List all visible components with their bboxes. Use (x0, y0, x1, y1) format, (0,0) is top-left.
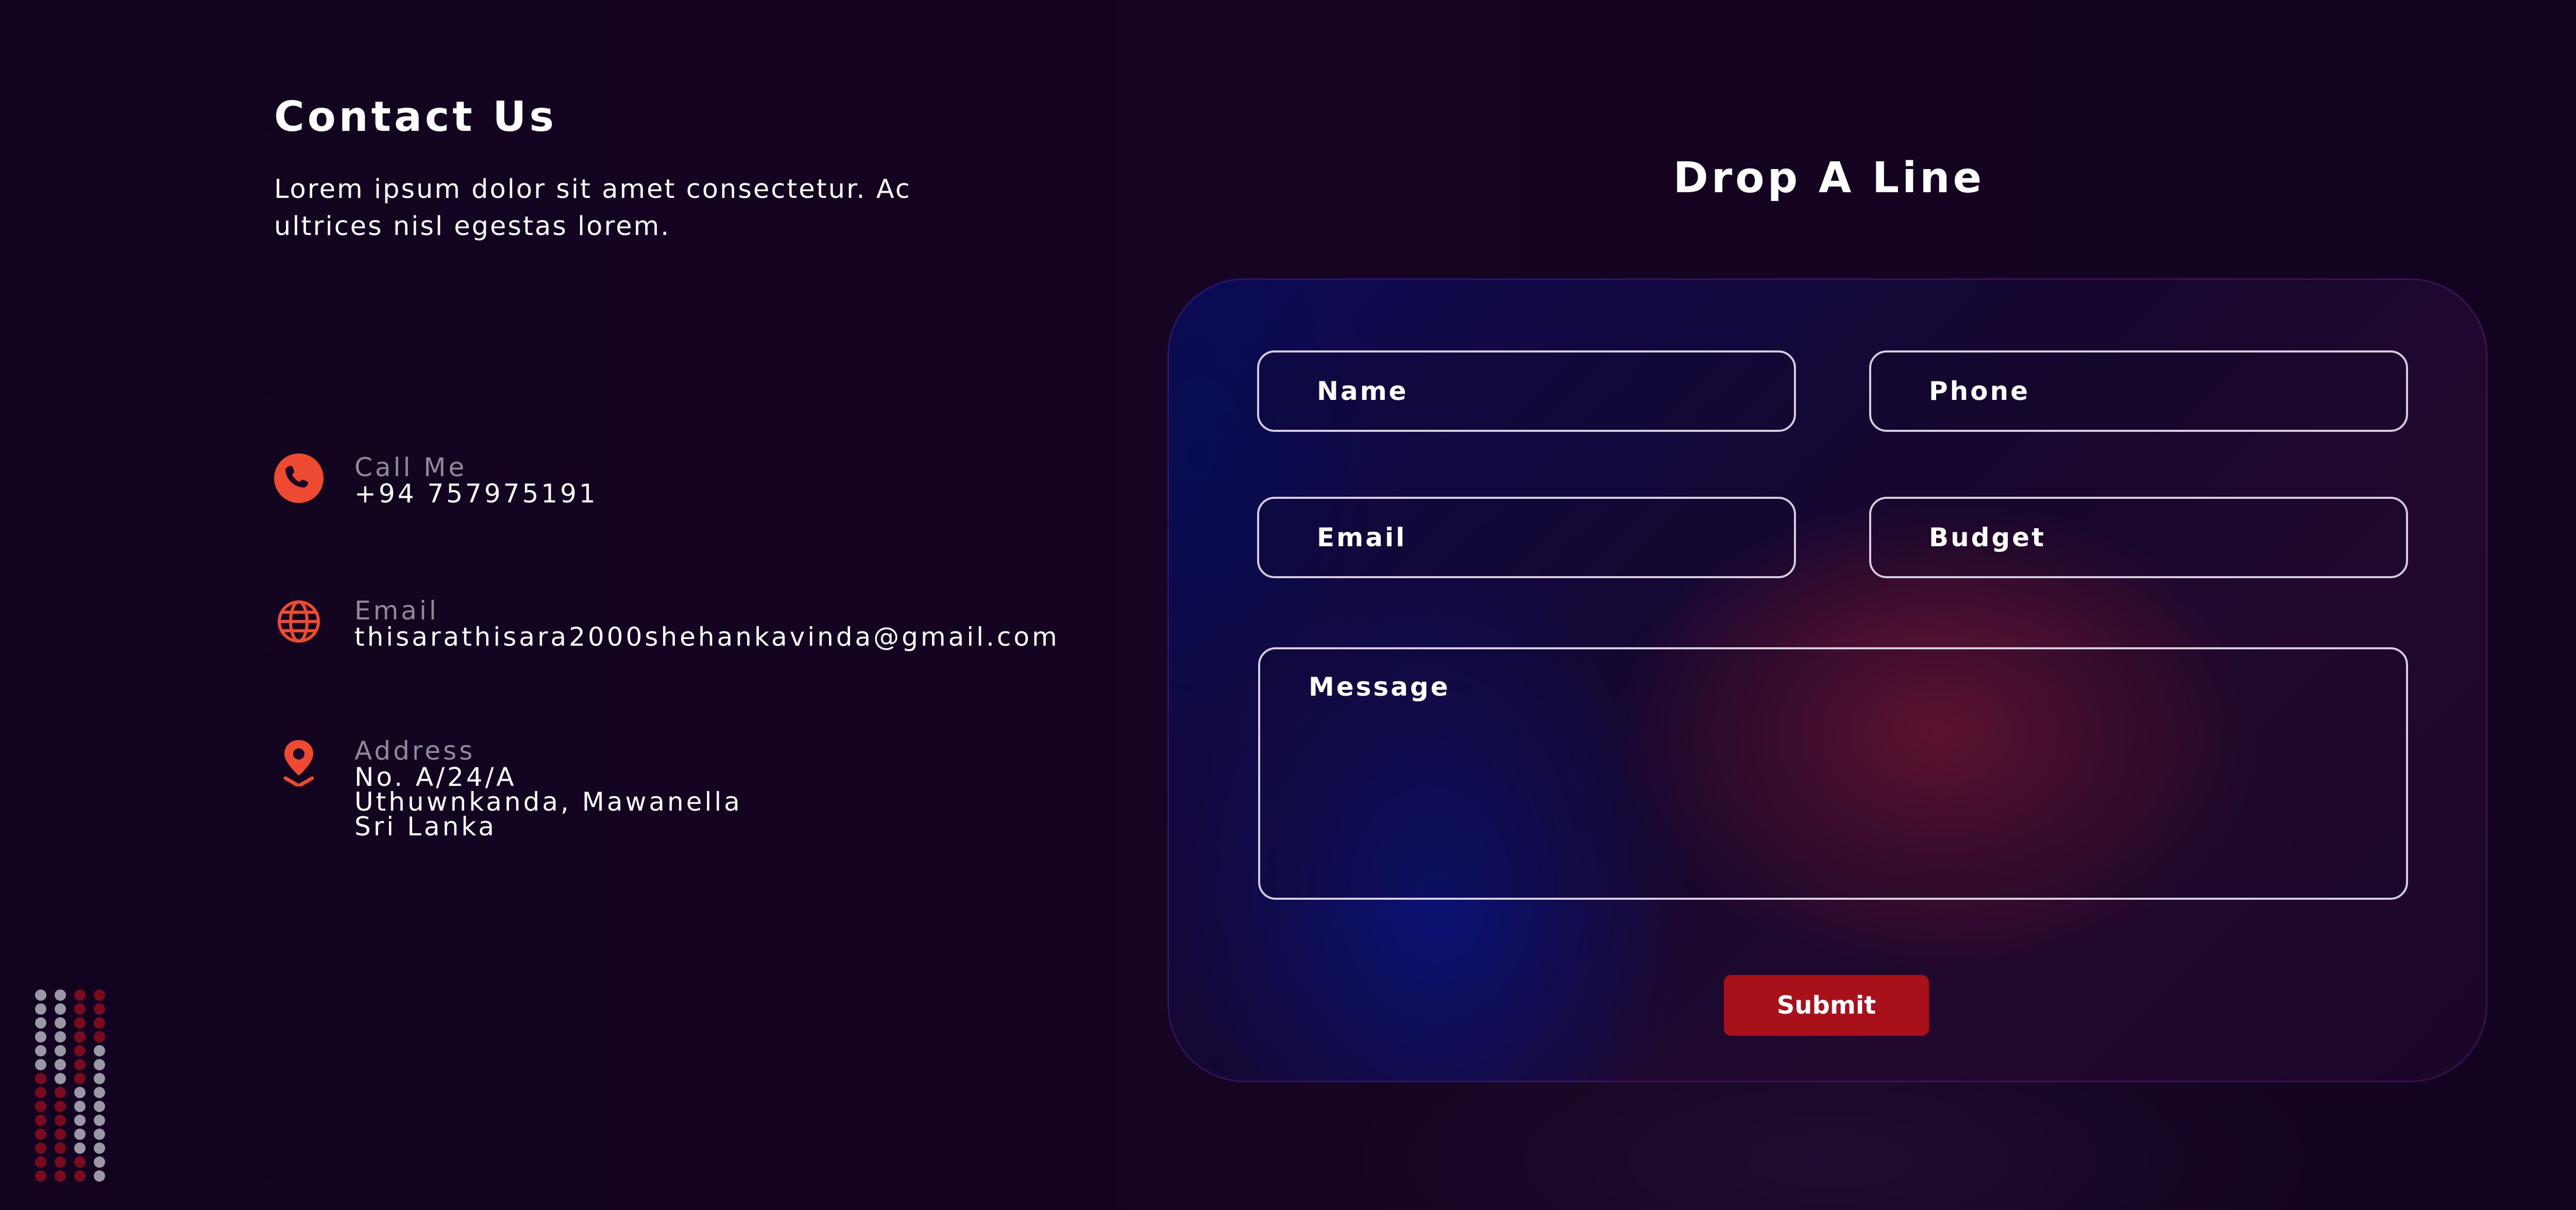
address-text: Address No. A/24/A Uthuwnkanda, Mawanell… (354, 737, 742, 839)
decor-dot (94, 1073, 105, 1084)
address-label: Address (354, 736, 476, 766)
decor-dot (55, 1073, 66, 1084)
decor-dot (55, 1031, 66, 1043)
decor-dot (94, 1142, 105, 1154)
decor-dot (74, 1170, 86, 1182)
decor-dot (74, 989, 86, 1001)
address-line-1: No. A/24/A (354, 762, 517, 792)
decor-dot (94, 989, 105, 1001)
decor-dot (55, 1087, 66, 1098)
decor-dot (35, 1045, 46, 1056)
decor-dot (94, 1059, 105, 1070)
decor-dot (74, 1129, 86, 1140)
decor-dot (94, 1087, 105, 1098)
address-line-2: Uthuwnkanda, Mawanella (354, 787, 742, 817)
contact-form-card: Submit (1167, 278, 2487, 1082)
call-text: Call Me +94 757975191 (354, 452, 598, 507)
decor-dot (74, 1087, 86, 1098)
decor-dot (55, 1017, 66, 1029)
submit-button[interactable]: Submit (1724, 975, 1929, 1036)
decor-dot (74, 1031, 86, 1043)
decor-dot (94, 1156, 105, 1168)
decor-dot (74, 1115, 86, 1126)
contact-page: Contact Us Lorem ipsum dolor sit amet co… (0, 0, 2576, 1210)
decor-dot (94, 1170, 105, 1182)
decor-dot (35, 1059, 46, 1070)
decor-dot (55, 1170, 66, 1182)
decor-dot (74, 1045, 86, 1056)
decor-dot (35, 1073, 46, 1084)
name-input[interactable] (1257, 350, 1796, 432)
decor-dot (55, 1059, 66, 1070)
decor-dot (74, 1059, 86, 1070)
form-title: Drop A Line (1673, 154, 1985, 203)
phone-icon (274, 453, 324, 503)
decor-dot (74, 1142, 86, 1154)
decor-dot (35, 1017, 46, 1029)
email-input[interactable] (1257, 497, 1796, 578)
decor-dot (35, 1115, 46, 1126)
location-pin-icon (283, 740, 314, 786)
email-value[interactable]: thisarathisara2000shehankavinda@gmail.co… (354, 624, 1060, 650)
decor-dot (35, 1101, 46, 1112)
decor-dot (94, 1101, 105, 1112)
decor-dot (35, 1156, 46, 1168)
decor-dot (94, 1031, 105, 1043)
dots-grid (35, 989, 105, 1182)
decor-dot (55, 1101, 66, 1112)
decor-dot (55, 1045, 66, 1056)
email-label: Email (354, 596, 439, 626)
email-text: Email thisarathisara2000shehankavinda@gm… (354, 596, 1060, 650)
contact-description: Lorem ipsum dolor sit amet consectetur. … (274, 174, 911, 242)
contact-title: Contact Us (274, 93, 557, 141)
decor-dot (35, 1087, 46, 1098)
phone-input[interactable] (1869, 350, 2408, 432)
call-label: Call Me (354, 452, 467, 482)
message-textarea[interactable] (1258, 647, 2408, 900)
decor-dot (35, 1003, 46, 1015)
decor-dot (35, 1031, 46, 1043)
decor-dot (55, 1156, 66, 1168)
address-line-3: Sri Lanka (354, 812, 497, 842)
decor-dot (74, 1073, 86, 1084)
globe-icon (278, 600, 320, 643)
decor-dot (55, 1003, 66, 1015)
decor-dot (94, 1129, 105, 1140)
decor-dot (55, 989, 66, 1001)
decor-dot (74, 1017, 86, 1029)
decor-dot (35, 1142, 46, 1154)
decor-dot (55, 1115, 66, 1126)
call-value[interactable]: +94 757975191 (354, 481, 598, 507)
decor-dot (74, 1101, 86, 1112)
decor-dot (94, 1045, 105, 1056)
decor-dot (94, 1017, 105, 1029)
decor-dot (35, 1129, 46, 1140)
decor-dot (94, 1115, 105, 1126)
decor-dot (35, 1170, 46, 1182)
decor-dot (94, 1003, 105, 1015)
decor-dot (55, 1142, 66, 1154)
decor-dot (35, 989, 46, 1001)
decor-dot (74, 1003, 86, 1015)
dots-decoration (35, 989, 105, 1182)
decor-dot (74, 1156, 86, 1168)
budget-input[interactable] (1869, 497, 2408, 578)
decor-dot (55, 1129, 66, 1140)
